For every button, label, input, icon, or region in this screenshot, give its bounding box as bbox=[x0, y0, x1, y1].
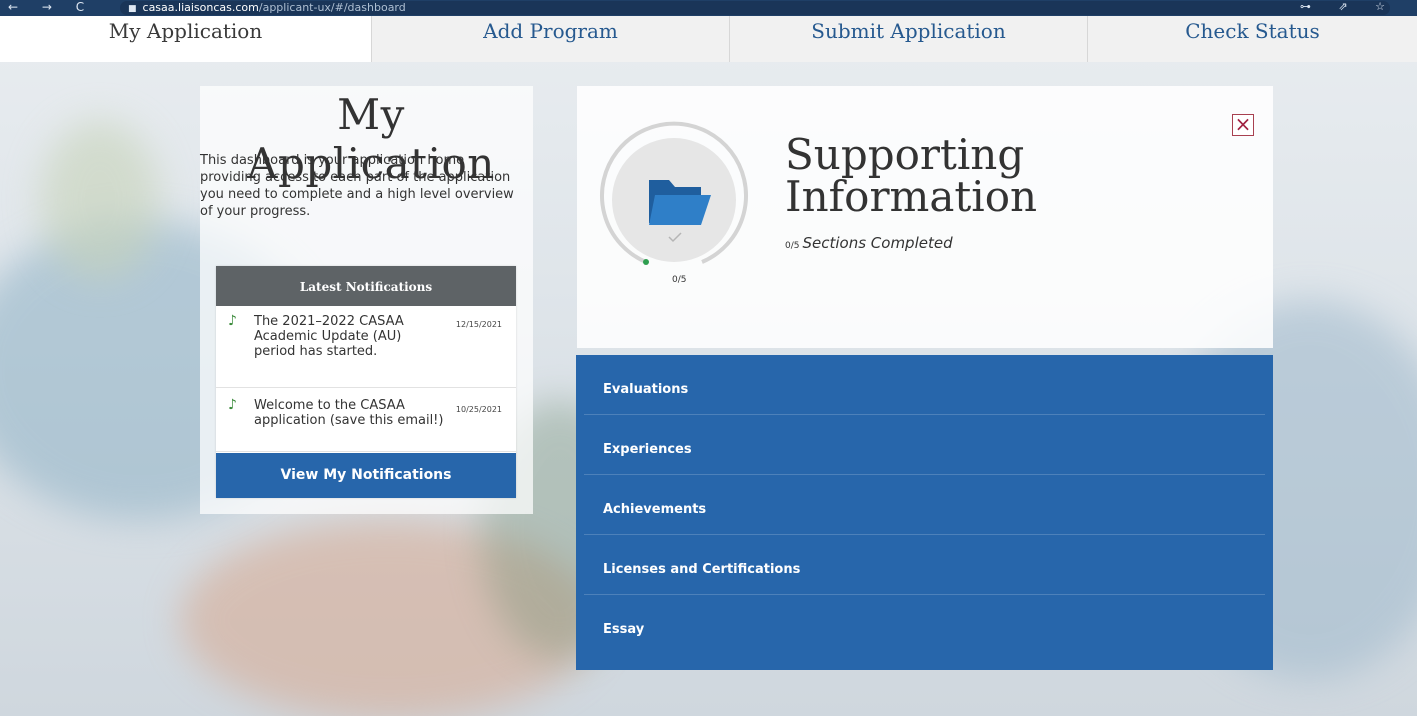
section-item-experiences[interactable]: Experiences bbox=[584, 415, 1265, 475]
dashboard-intro-panel: My Application This dashboard is your ap… bbox=[200, 86, 533, 514]
progress-dot bbox=[643, 259, 649, 265]
bell-icon: ♪ bbox=[228, 397, 237, 413]
notification-text: Welcome to the CASAA application (save t… bbox=[254, 398, 444, 428]
section-title: Supporting Information bbox=[785, 134, 1105, 218]
section-title-line2: Information bbox=[785, 172, 1038, 221]
tab-my-application[interactable]: My Application bbox=[0, 16, 372, 62]
tab-submit-application[interactable]: Submit Application bbox=[730, 16, 1088, 62]
url-host: casaa.liaisoncas.com bbox=[142, 1, 259, 14]
view-notifications-button[interactable]: View My Notifications bbox=[216, 453, 516, 498]
notifications-box: Latest Notifications ♪ The 2021–2022 CAS… bbox=[216, 266, 516, 498]
notification-date: 12/15/2021 bbox=[455, 320, 502, 329]
browser-action-icons[interactable]: ⊶ ⇗ ☆ bbox=[1300, 0, 1397, 13]
completed-text: Sections Completed bbox=[802, 234, 953, 252]
notification-item[interactable]: ♪ The 2021–2022 CASAA Academic Update (A… bbox=[216, 306, 516, 388]
browser-bar: ← → C ■ casaa.liaisoncas.com/applicant-ux… bbox=[0, 0, 1417, 16]
url-path: /applicant-ux/#/dashboard bbox=[258, 1, 406, 14]
top-nav-tabs: My Application Add Program Submit Applic… bbox=[0, 16, 1417, 62]
section-item-achievements[interactable]: Achievements bbox=[584, 475, 1265, 535]
close-button[interactable]: × bbox=[1232, 114, 1254, 136]
section-item-essay[interactable]: Essay bbox=[584, 595, 1265, 655]
bell-icon: ♪ bbox=[228, 313, 237, 329]
supporting-information-card: 0/5 Supporting Information 0/5 Sections C… bbox=[577, 86, 1273, 348]
notification-item[interactable]: ♪ Welcome to the CASAA application (save… bbox=[216, 388, 516, 452]
section-list: Evaluations Experiences Achievements Lic… bbox=[576, 355, 1273, 670]
address-bar[interactable]: ■ casaa.liaisoncas.com/applicant-ux/#/das… bbox=[120, 1, 1390, 15]
intro-text: This dashboard is your application home … bbox=[200, 153, 514, 219]
completed-count: 0/5 bbox=[785, 241, 800, 251]
tab-add-program[interactable]: Add Program bbox=[372, 16, 730, 62]
notification-date: 10/25/2021 bbox=[455, 405, 502, 414]
section-item-licenses[interactable]: Licenses and Certifications bbox=[584, 535, 1265, 595]
gauge-progress-label: 0/5 bbox=[672, 275, 687, 285]
section-item-evaluations[interactable]: Evaluations bbox=[584, 355, 1265, 415]
lock-icon: ■ bbox=[128, 4, 137, 14]
notifications-header: Latest Notifications bbox=[216, 266, 516, 306]
browser-nav-icons[interactable]: ← → C bbox=[8, 0, 94, 14]
progress-gauge bbox=[600, 121, 748, 265]
sections-completed: 0/5 Sections Completed bbox=[785, 234, 953, 252]
notification-text: The 2021–2022 CASAA Academic Update (AU)… bbox=[254, 314, 404, 359]
tab-check-status[interactable]: Check Status bbox=[1088, 16, 1417, 62]
